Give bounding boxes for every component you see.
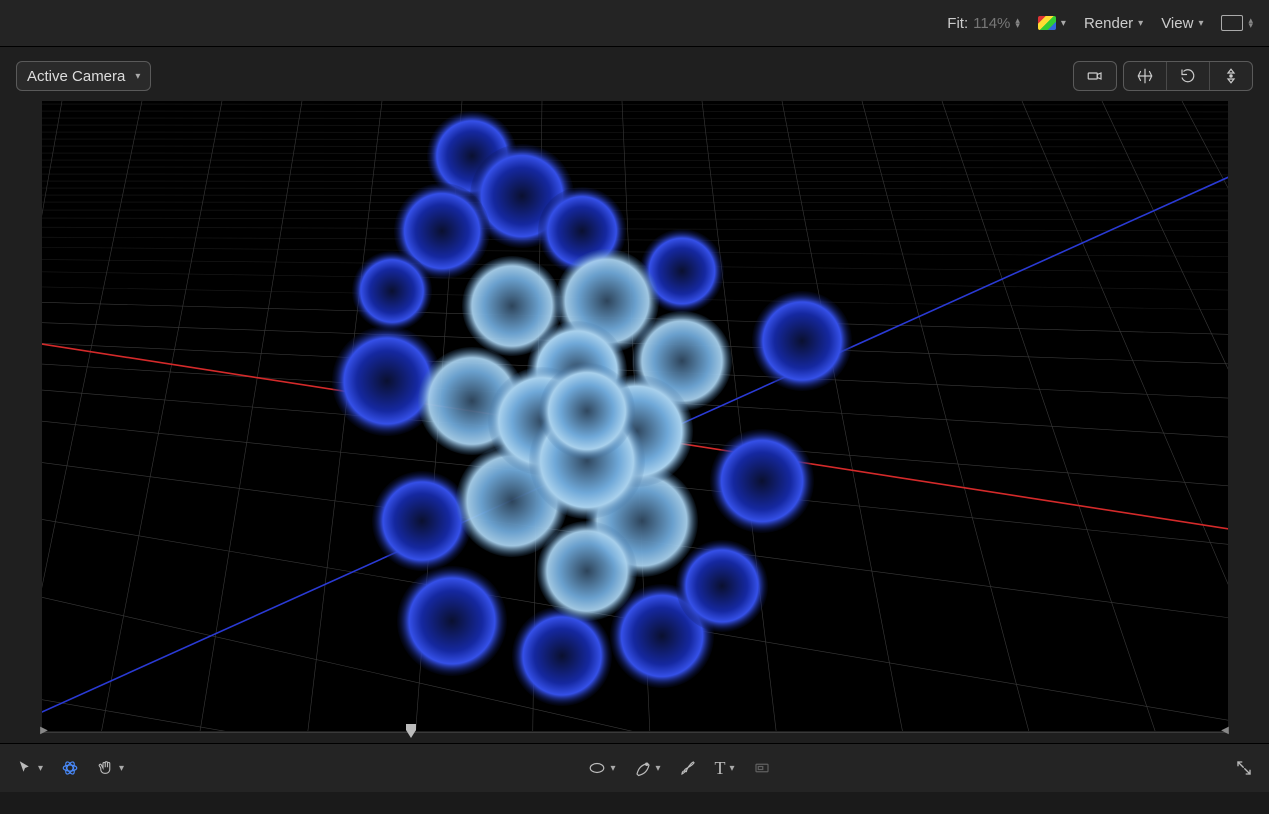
- 3d-transform-icon: [61, 759, 79, 777]
- chevron-down-icon: ▾: [730, 763, 735, 774]
- scrub-track: [40, 732, 1229, 733]
- aspect-box-icon: [1221, 15, 1243, 31]
- render-menu[interactable]: Render ▾: [1084, 15, 1143, 32]
- fit-zoom-control[interactable]: Fit: 114% ▴▾: [947, 15, 1020, 32]
- chevron-down-icon: ▾: [656, 763, 661, 774]
- mask-tool[interactable]: [753, 759, 771, 777]
- paint-tool[interactable]: [679, 759, 697, 777]
- chevron-down-icon: ▾: [610, 763, 615, 774]
- chevron-down-icon: ▾: [135, 71, 140, 82]
- arrow-tool-icon: [16, 759, 34, 777]
- fit-value: 114%: [973, 15, 1010, 32]
- aspect-ratio-menu[interactable]: ▴▾: [1221, 15, 1253, 31]
- color-swatch-icon: [1038, 16, 1056, 30]
- view-label: View: [1161, 15, 1193, 32]
- chevron-down-icon: ▾: [1198, 18, 1203, 29]
- stepper-icon: ▴▾: [1248, 18, 1253, 28]
- bottom-toolbar: ▾ ▾ ▾ ▾ T ▾: [0, 743, 1269, 792]
- canvas-area: Active Camera ▾ ▶ ◀: [0, 47, 1269, 743]
- pen-tool-icon: [634, 759, 652, 777]
- text-tool[interactable]: T ▾: [715, 758, 735, 779]
- render-label: Render: [1084, 15, 1133, 32]
- orbit-tool-button[interactable]: [1166, 62, 1209, 90]
- stepper-icon: ▴▾: [1015, 18, 1020, 28]
- chevron-down-icon: ▾: [1138, 18, 1143, 29]
- text-tool-icon: T: [715, 758, 726, 779]
- camera-menu[interactable]: Active Camera ▾: [16, 61, 151, 91]
- view-tools: [1073, 61, 1253, 91]
- out-point-marker[interactable]: ◀: [1221, 725, 1229, 739]
- shape-tool-icon: [588, 759, 606, 777]
- chevron-down-icon: ▾: [1061, 18, 1066, 29]
- play-range-bar[interactable]: ▶ ◀: [0, 723, 1269, 741]
- playhead-icon: [405, 723, 417, 739]
- orbit-icon: [1179, 67, 1197, 85]
- mask-tool-icon: [753, 759, 771, 777]
- color-channel-menu[interactable]: ▾: [1038, 16, 1066, 30]
- 3d-transform-tool[interactable]: [61, 759, 79, 777]
- chevron-down-icon: ▾: [119, 763, 124, 774]
- view-menu[interactable]: View ▾: [1161, 15, 1203, 32]
- select-tool[interactable]: ▾: [16, 759, 43, 777]
- shape-tool[interactable]: ▾: [588, 759, 615, 777]
- fullscreen-button[interactable]: [1235, 759, 1253, 777]
- fullscreen-icon: [1235, 759, 1253, 777]
- dolly-tool-button[interactable]: [1209, 62, 1252, 90]
- top-toolbar: Fit: 114% ▴▾ ▾ Render ▾ View ▾ ▴▾: [0, 0, 1269, 47]
- in-point-marker[interactable]: ▶: [40, 725, 48, 739]
- hand-tool[interactable]: ▾: [97, 759, 124, 777]
- paint-tool-icon: [679, 759, 697, 777]
- render-content: [42, 101, 1228, 731]
- viewport-3d[interactable]: [42, 101, 1228, 731]
- hand-tool-icon: [97, 759, 115, 777]
- camera-icon: [1086, 67, 1104, 85]
- dolly-icon: [1222, 67, 1240, 85]
- chevron-down-icon: ▾: [38, 763, 43, 774]
- camera-menu-label: Active Camera: [27, 68, 125, 85]
- pan-icon: [1136, 67, 1154, 85]
- camera-view-button[interactable]: [1074, 62, 1116, 90]
- playhead[interactable]: [405, 723, 417, 742]
- fit-label: Fit:: [947, 15, 968, 32]
- pen-tool[interactable]: ▾: [634, 759, 661, 777]
- pan-tool-button[interactable]: [1124, 62, 1166, 90]
